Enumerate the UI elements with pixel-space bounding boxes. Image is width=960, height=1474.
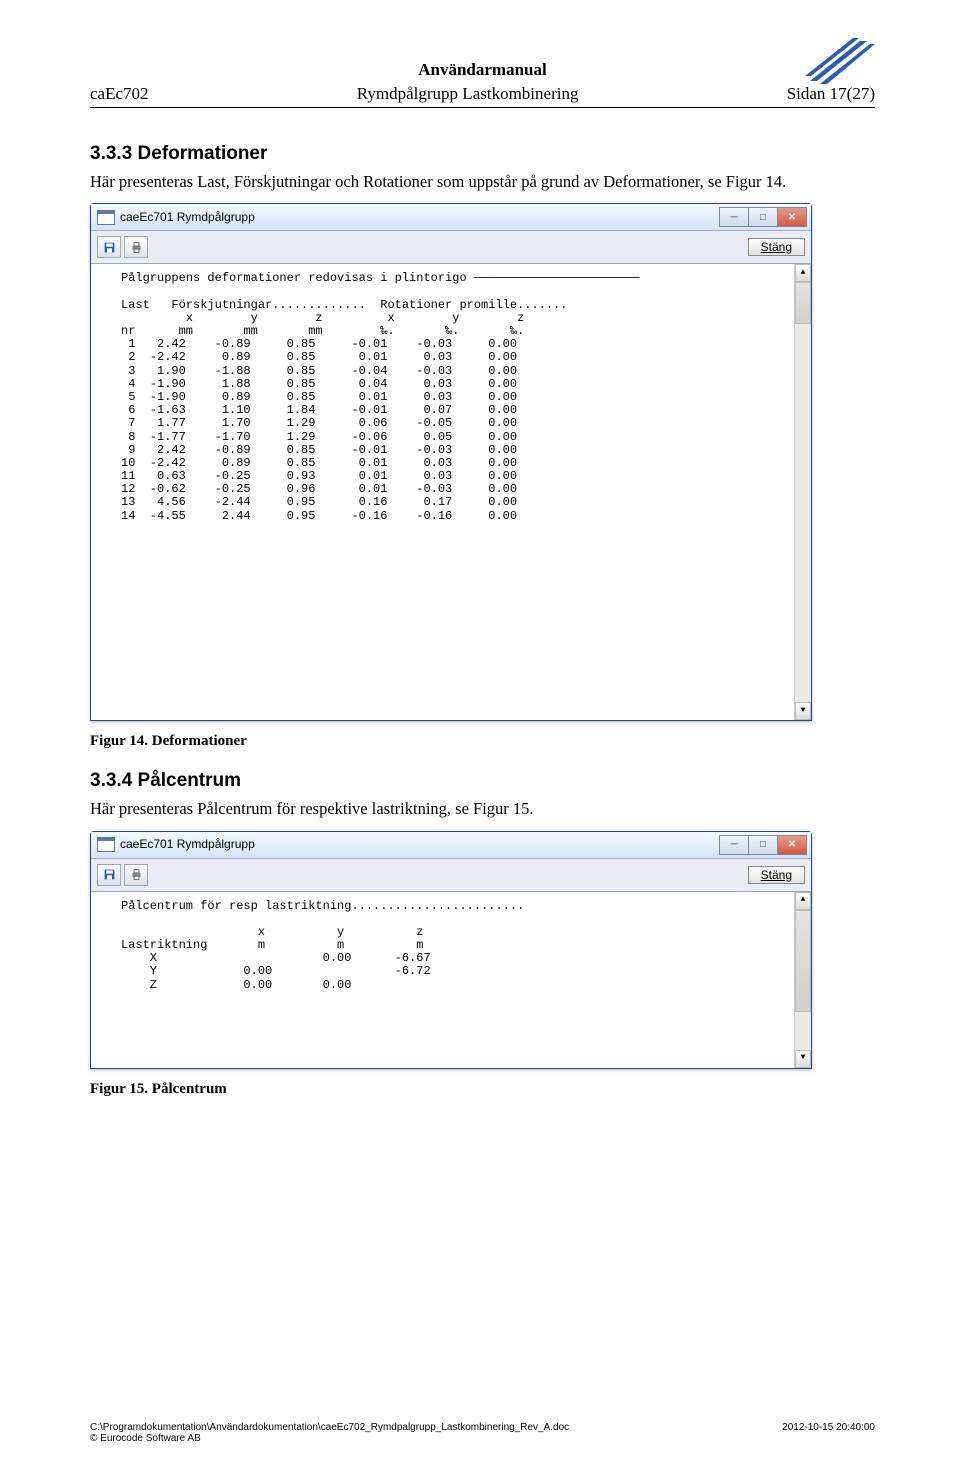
print-icon-button[interactable] (124, 864, 148, 886)
print-icon-button[interactable] (124, 236, 148, 258)
scrollbar[interactable]: ▲ ▼ (794, 892, 811, 1068)
section-text-palcentrum: Här presenteras Pålcentrum för respektiv… (90, 798, 875, 820)
save-icon-button[interactable] (97, 864, 121, 886)
window-close-button[interactable]: ✕ (778, 835, 807, 855)
deformationer-output: Pålgruppens deformationer redovisas i pl… (91, 264, 811, 720)
close-button[interactable]: Stäng (748, 866, 805, 884)
window-palcentrum: caeEc701 Rymdpålgrupp ─ □ ✕ Stäng Pålcen… (90, 831, 812, 1069)
palcentrum-output: Pålcentrum för resp lastriktning........… (91, 892, 811, 1068)
window-minimize-button[interactable]: ─ (719, 835, 749, 855)
footer-date: 2012-10-15 20:40:00 (782, 1422, 875, 1433)
scroll-down-icon[interactable]: ▼ (795, 702, 811, 720)
section-text-deformationer: Här presenteras Last, Förskjutningar och… (90, 171, 875, 193)
scroll-up-icon[interactable]: ▲ (795, 264, 811, 282)
header-left: caEc702 (90, 84, 149, 104)
window-app-icon (97, 210, 115, 225)
section-heading-deformationer: 3.3.3 Deformationer (90, 143, 875, 165)
header-center: Rymdpålgrupp Lastkombinering (357, 84, 579, 104)
window-title-text: caeEc701 Rymdpålgrupp (120, 211, 255, 224)
scroll-down-icon[interactable]: ▼ (795, 1050, 811, 1068)
window-close-button[interactable]: ✕ (778, 207, 807, 227)
close-button[interactable]: Stäng (748, 238, 805, 256)
scroll-thumb[interactable] (795, 910, 811, 1012)
scrollbar[interactable]: ▲ ▼ (794, 264, 811, 720)
page-footer: C:\Programdokumentation\Användardokument… (90, 1422, 875, 1444)
company-logo (805, 36, 875, 86)
figure14-caption: Figur 14. Deformationer (90, 733, 875, 750)
footer-path: C:\Programdokumentation\Användardokument… (90, 1422, 569, 1433)
footer-copyright: © Eurocode Software AB (90, 1433, 569, 1444)
save-icon-button[interactable] (97, 236, 121, 258)
window-title-text: caeEc701 Rymdpålgrupp (120, 838, 255, 851)
header-title: Användarmanual (90, 60, 875, 80)
header-right: Sidan 17(27) (787, 84, 875, 104)
scroll-thumb[interactable] (795, 282, 811, 324)
window-deformationer: caeEc701 Rymdpålgrupp ─ □ ✕ Stäng Pålgru… (90, 203, 812, 721)
window-maximize-button[interactable]: □ (749, 207, 778, 227)
figure15-caption: Figur 15. Pålcentrum (90, 1081, 875, 1098)
page-header: Användarmanual caEc702 Rymdpålgrupp Last… (90, 60, 875, 108)
section-heading-palcentrum: 3.3.4 Pålcentrum (90, 770, 875, 792)
window-maximize-button[interactable]: □ (749, 835, 778, 855)
window-minimize-button[interactable]: ─ (719, 207, 749, 227)
window-app-icon (97, 837, 115, 852)
scroll-up-icon[interactable]: ▲ (795, 892, 811, 910)
